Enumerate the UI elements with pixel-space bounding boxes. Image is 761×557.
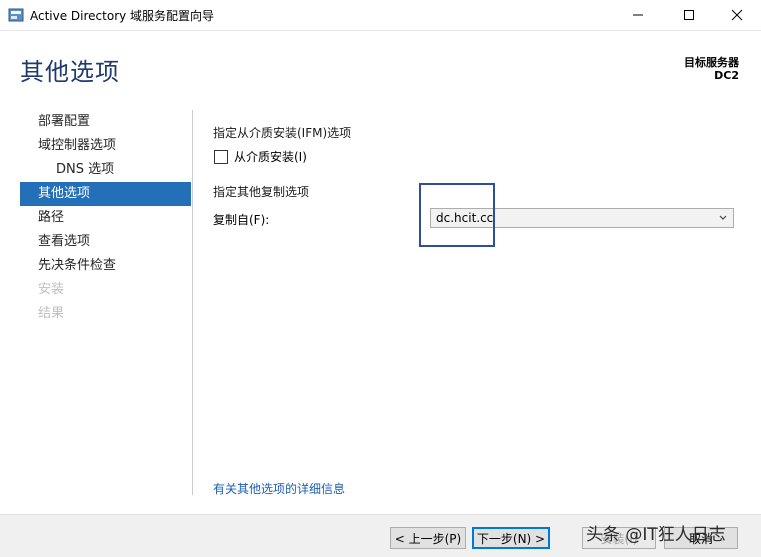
close-icon [731,9,743,21]
nav-item-paths[interactable]: 路径 [20,206,191,230]
more-info-link[interactable]: 有关其他选项的详细信息 [213,480,345,497]
watermark-text: 头条 @IT狂人日志 [586,525,726,545]
nav-item-dns-options[interactable]: DNS 选项 [20,158,191,182]
replicate-from-label: 复制自(F): [213,213,270,227]
maximize-icon [684,10,694,20]
nav-item-additional-options[interactable]: 其他选项 [20,182,191,206]
nav-item-results: 结果 [38,306,65,321]
chevron-down-icon [719,215,727,220]
previous-button[interactable]: < 上一步(P) [390,527,466,549]
replication-section-title: 指定其他复制选项 [213,185,310,199]
window-title: Active Directory 域服务配置向导 [30,9,215,23]
ad-wizard-icon [8,8,24,22]
nav-item-dc-options[interactable]: 域控制器选项 [20,134,191,158]
replicate-from-select[interactable]: dc.hcit.cc [430,208,734,228]
maximize-button[interactable] [666,0,712,30]
ifm-section-title: 指定从介质安装(IFM)选项 [213,126,352,140]
wizard-nav: 部署配置 域控制器选项 DNS 选项 其他选项 路径 查看选项 先决条件检查 安… [20,110,191,326]
title-bar: Active Directory 域服务配置向导 [0,0,761,31]
ifm-checkbox-label[interactable]: 从介质安装(I) [234,148,307,165]
ifm-checkbox-row[interactable]: 从介质安装(I) [214,148,307,165]
minimize-icon [633,14,643,16]
nav-item-prerequisites[interactable]: 先决条件检查 [20,254,191,278]
nav-item-review-options[interactable]: 查看选项 [20,230,191,254]
nav-item-installation: 安装 [38,282,65,297]
nav-divider [192,110,193,495]
replicate-from-value: dc.hcit.cc [436,211,494,225]
minimize-button[interactable] [615,0,661,30]
nav-item-deployment[interactable]: 部署配置 [20,110,191,134]
close-button[interactable] [714,0,760,30]
page-title: 其他选项 [20,58,120,86]
next-button[interactable]: 下一步(N) > [472,527,550,549]
target-server-name: DC2 [714,69,739,82]
target-server-label: 目标服务器 [684,56,739,69]
ifm-checkbox[interactable] [214,149,228,164]
